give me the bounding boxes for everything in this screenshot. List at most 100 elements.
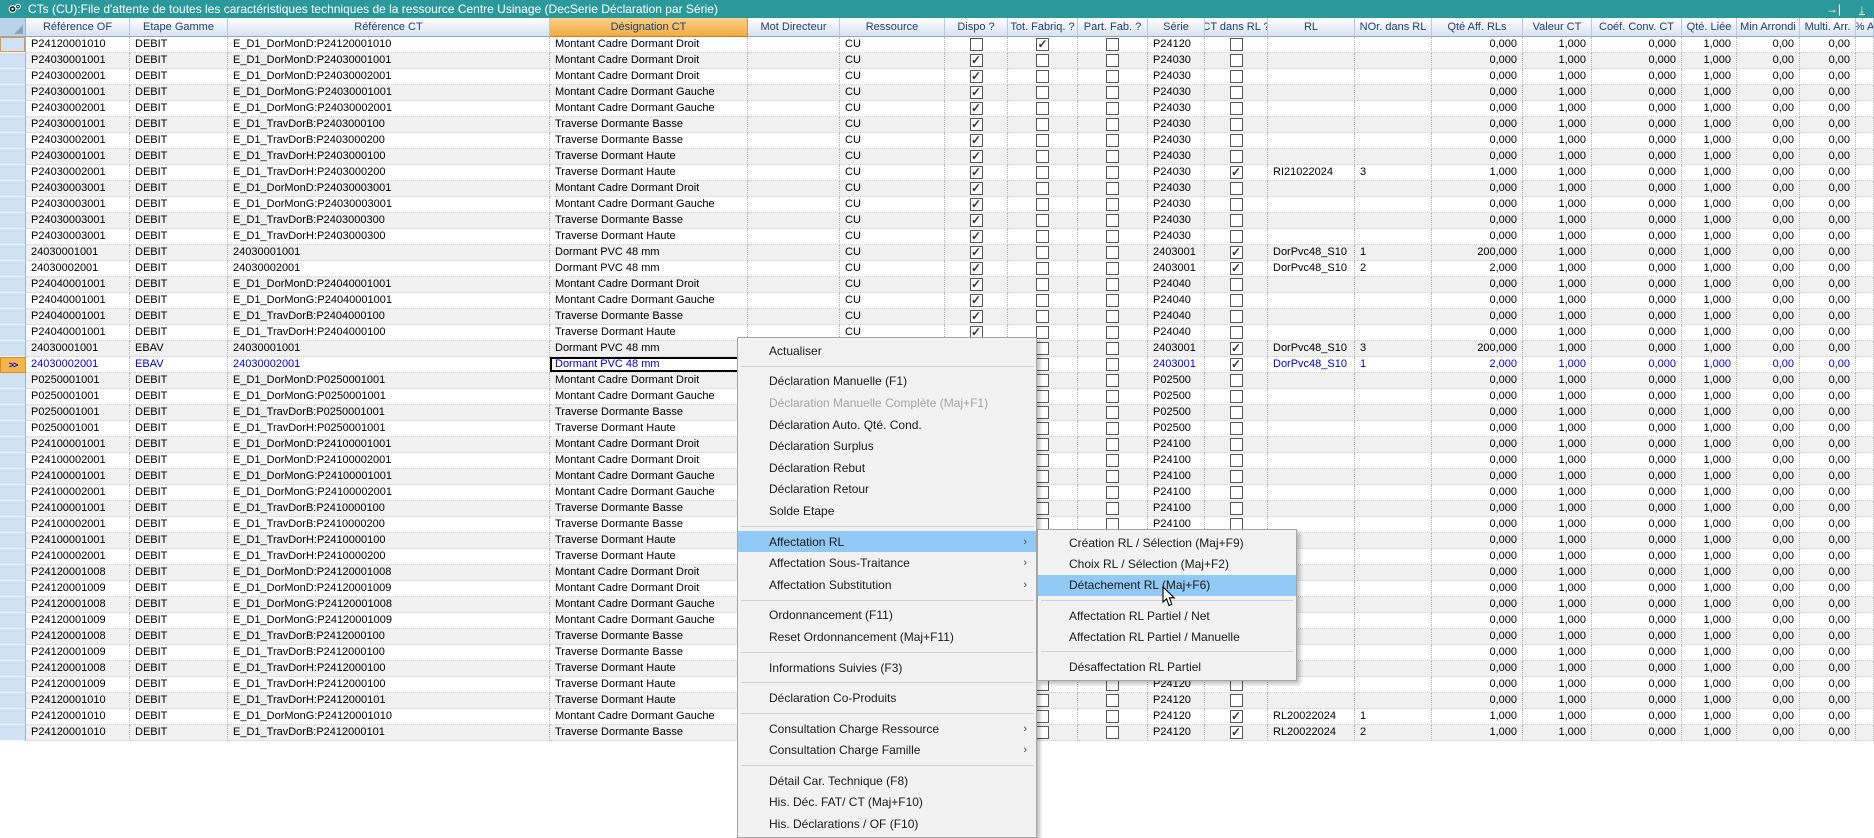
cell-mot[interactable] <box>748 213 840 229</box>
cell-qte_liee[interactable]: 1,000 <box>1682 469 1737 485</box>
cell-nor[interactable] <box>1355 181 1432 197</box>
column-header-pct[interactable]: % A <box>1856 18 1874 37</box>
cell-ct[interactable]: 24030002001 <box>228 261 550 277</box>
menu-item-his-dec-fat-ct-maj-f10[interactable]: His. Déc. FAT/ CT (Maj+F10) <box>738 792 1036 814</box>
cell-min_arr[interactable]: 0,00 <box>1737 101 1800 117</box>
ct_rl-checkbox[interactable] <box>1230 486 1243 499</box>
cell-multi_arr[interactable]: 0,00 <box>1800 693 1856 709</box>
cell-serie[interactable]: 2403001 <box>1148 245 1205 261</box>
row-selector[interactable] <box>0 373 26 389</box>
row-selector[interactable] <box>0 597 26 613</box>
cell-nor[interactable] <box>1355 597 1432 613</box>
tot_fab-checkbox[interactable] <box>1036 182 1049 195</box>
cell-nor[interactable] <box>1355 53 1432 69</box>
cell-etape[interactable]: DEBIT <box>130 405 228 421</box>
column-header-serie[interactable]: Série <box>1148 18 1205 37</box>
cell-nor[interactable] <box>1355 213 1432 229</box>
cell-ct[interactable]: E_D1_TravDorB:P2412000100 <box>228 645 550 661</box>
cell-multi_arr[interactable]: 0,00 <box>1800 661 1856 677</box>
cell-nor[interactable] <box>1355 421 1432 437</box>
part_fab-checkbox[interactable] <box>1106 118 1119 131</box>
cell-qte_liee[interactable]: 1,000 <box>1682 517 1737 533</box>
cell-pct[interactable] <box>1856 181 1874 197</box>
dispo-checkbox[interactable]: ✓ <box>970 262 983 275</box>
tot_fab-checkbox[interactable] <box>1036 102 1049 115</box>
column-header-min_arr[interactable]: Min Arrondi <box>1737 18 1800 37</box>
cell-etape[interactable]: DEBIT <box>130 117 228 133</box>
part_fab-checkbox[interactable] <box>1106 246 1119 259</box>
cell-qte_liee[interactable]: 1,000 <box>1682 245 1737 261</box>
cell-etape[interactable]: DEBIT <box>130 149 228 165</box>
cell-ressource[interactable]: CU <box>840 293 945 309</box>
cell-ressource[interactable]: CU <box>840 181 945 197</box>
part_fab-checkbox[interactable] <box>1106 454 1119 467</box>
row-selector[interactable] <box>0 101 26 117</box>
column-header-qte_liee[interactable]: Qté. Liée <box>1682 18 1737 37</box>
row-selector[interactable] <box>0 69 26 85</box>
row-selector[interactable] <box>0 181 26 197</box>
part_fab-checkbox[interactable] <box>1106 262 1119 275</box>
cell-coef[interactable]: 0,000 <box>1592 709 1682 725</box>
cell-qte_aff[interactable]: 0,000 <box>1432 677 1523 693</box>
cell-qte_liee[interactable]: 1,000 <box>1682 293 1737 309</box>
cell-serie[interactable]: P24030 <box>1148 133 1205 149</box>
cell-min_arr[interactable]: 0,00 <box>1737 309 1800 325</box>
cell-qte_aff[interactable]: 0,000 <box>1432 229 1523 245</box>
cell-valeur[interactable]: 1,000 <box>1523 405 1592 421</box>
tot_fab-checkbox[interactable] <box>1036 150 1049 163</box>
cell-etape[interactable]: DEBIT <box>130 325 228 341</box>
cell-nor[interactable] <box>1355 277 1432 293</box>
cell-of[interactable]: P24120001010 <box>26 37 130 53</box>
cell-qte_aff[interactable]: 0,000 <box>1432 213 1523 229</box>
cell-nor[interactable] <box>1355 581 1432 597</box>
row-selector[interactable] <box>0 549 26 565</box>
dispo-checkbox[interactable]: ✓ <box>970 166 983 179</box>
cell-of[interactable]: P24100002001 <box>26 549 130 565</box>
cell-etape[interactable]: DEBIT <box>130 309 228 325</box>
cell-coef[interactable]: 0,000 <box>1592 101 1682 117</box>
cell-ressource[interactable]: CU <box>840 165 945 181</box>
menu-item-affectation-sous-traitance[interactable]: Affectation Sous-Traitance› <box>738 552 1036 574</box>
dispo-checkbox[interactable]: ✓ <box>970 310 983 323</box>
cell-qte_aff[interactable]: 0,000 <box>1432 629 1523 645</box>
cell-qte_aff[interactable]: 0,000 <box>1432 565 1523 581</box>
cell-ct[interactable]: E_D1_TravDorH:P2412000100 <box>228 677 550 693</box>
cell-nor[interactable] <box>1355 117 1432 133</box>
cell-des[interactable]: Montant Cadre Dormant Gauche <box>550 293 748 309</box>
cell-etape[interactable]: DEBIT <box>130 469 228 485</box>
cell-rl[interactable]: RL20022024 <box>1268 709 1355 725</box>
cell-serie[interactable]: P24100 <box>1148 485 1205 501</box>
cell-pct[interactable] <box>1856 85 1874 101</box>
cell-qte_aff[interactable]: 0,000 <box>1432 421 1523 437</box>
cell-pct[interactable] <box>1856 229 1874 245</box>
cell-pct[interactable] <box>1856 725 1874 741</box>
cell-des[interactable]: Montant Cadre Dormant Gauche <box>550 613 748 629</box>
cell-des[interactable]: Traverse Dormante Basse <box>550 629 748 645</box>
select-all-corner[interactable] <box>0 18 26 37</box>
tot_fab-checkbox[interactable] <box>1036 70 1049 83</box>
ct_rl-checkbox[interactable] <box>1230 374 1243 387</box>
cell-nor[interactable] <box>1355 325 1432 341</box>
cell-etape[interactable]: DEBIT <box>130 69 228 85</box>
cell-coef[interactable]: 0,000 <box>1592 581 1682 597</box>
cell-ressource[interactable]: CU <box>840 277 945 293</box>
menu-item-detail-car-technique-f8[interactable]: Détail Car. Technique (F8) <box>738 770 1036 792</box>
cell-nor[interactable]: 3 <box>1355 165 1432 181</box>
cell-multi_arr[interactable]: 0,00 <box>1800 341 1856 357</box>
cell-of[interactable]: P24040001001 <box>26 325 130 341</box>
cell-min_arr[interactable]: 0,00 <box>1737 677 1800 693</box>
cell-qte_liee[interactable]: 1,000 <box>1682 277 1737 293</box>
cell-qte_aff[interactable]: 0,000 <box>1432 293 1523 309</box>
cell-etape[interactable]: DEBIT <box>130 613 228 629</box>
cell-coef[interactable]: 0,000 <box>1592 565 1682 581</box>
cell-min_arr[interactable]: 0,00 <box>1737 453 1800 469</box>
ct_rl-checkbox[interactable]: ✓ <box>1230 342 1243 355</box>
cell-min_arr[interactable]: 0,00 <box>1737 373 1800 389</box>
row-selector[interactable] <box>0 501 26 517</box>
cell-multi_arr[interactable]: 0,00 <box>1800 613 1856 629</box>
tot_fab-checkbox[interactable] <box>1036 374 1049 387</box>
cell-multi_arr[interactable]: 0,00 <box>1800 517 1856 533</box>
cell-qte_aff[interactable]: 2,000 <box>1432 357 1523 373</box>
cell-of[interactable]: P24120001010 <box>26 709 130 725</box>
tot_fab-checkbox[interactable] <box>1036 454 1049 467</box>
